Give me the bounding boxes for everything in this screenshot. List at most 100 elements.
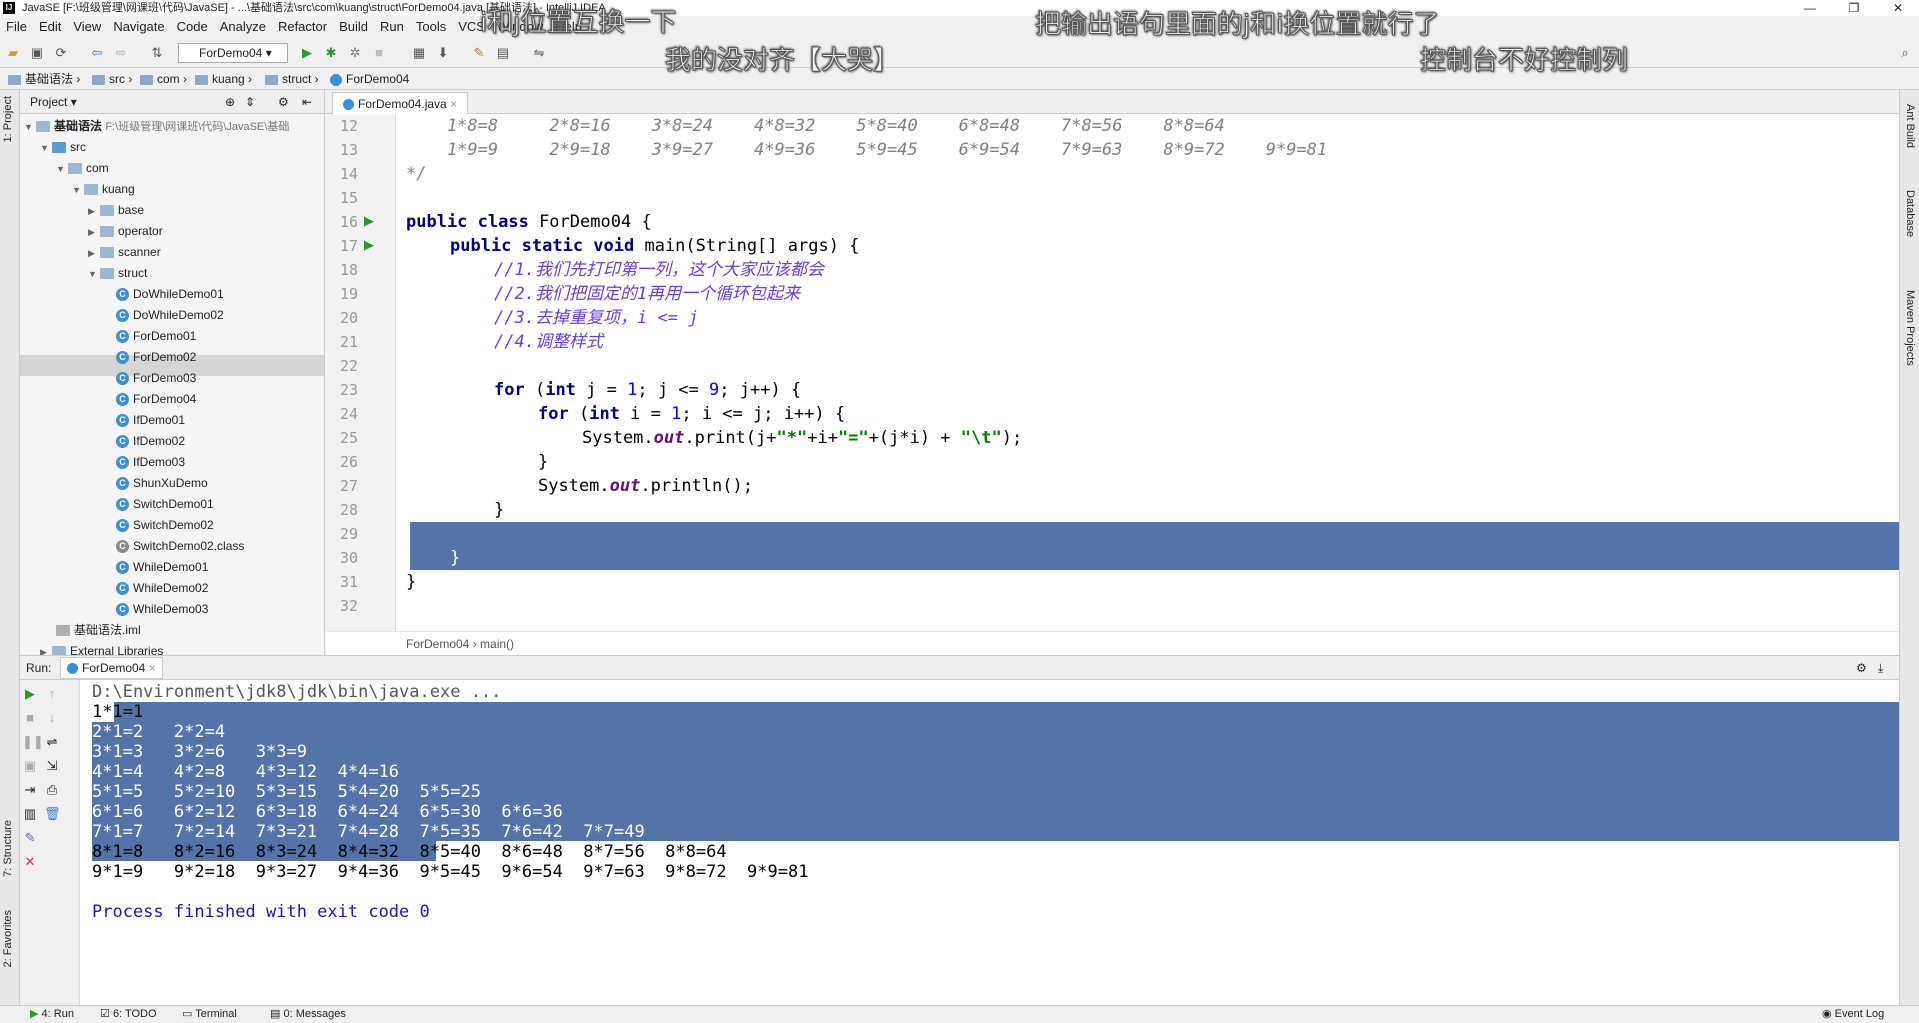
structure-icon[interactable]: ▤ bbox=[494, 44, 512, 62]
down-icon[interactable]: ↓ bbox=[44, 710, 60, 726]
project-structure-icon[interactable]: ▦ bbox=[410, 44, 428, 62]
run-config-select[interactable]: ForDemo04 ▾ bbox=[178, 43, 288, 63]
hide-icon[interactable]: ⇤ bbox=[302, 90, 312, 114]
tree-package-kuang[interactable]: ▼ kuang bbox=[72, 179, 135, 200]
tab-ant-build[interactable]: Ant Build bbox=[1904, 104, 1916, 148]
vcs-icon[interactable]: ⇋ bbox=[530, 44, 548, 62]
tree-external-libraries[interactable]: ▶ External Libraries bbox=[40, 641, 163, 655]
up-icon[interactable]: ↑ bbox=[44, 686, 60, 702]
pin-icon[interactable]: ✎ bbox=[22, 830, 38, 846]
build-icon[interactable]: ⇅ bbox=[148, 44, 166, 62]
gear-icon[interactable]: ⚙ bbox=[1856, 656, 1867, 680]
tree-class[interactable]: C ForDemo04 bbox=[116, 389, 196, 410]
run-gutter-icon[interactable]: ▶ bbox=[364, 213, 374, 229]
tab-database[interactable]: Database bbox=[1904, 190, 1916, 237]
breadcrumb-item[interactable]: com › bbox=[140, 68, 187, 90]
menu-tools[interactable]: Tools bbox=[410, 16, 452, 38]
run-gutter-icon[interactable]: ▶ bbox=[364, 237, 374, 253]
tree-class[interactable]: C SwitchDemo01 bbox=[116, 494, 214, 515]
layout-icon[interactable]: ▥ bbox=[22, 806, 38, 822]
menu-build[interactable]: Build bbox=[333, 16, 374, 38]
tree-package[interactable]: ▶ operator bbox=[88, 221, 163, 242]
dump-threads-icon[interactable]: ▣ bbox=[22, 758, 38, 774]
tree-iml-file[interactable]: 基础语法.iml bbox=[56, 620, 141, 641]
tab-favorites[interactable]: 2: Favorites bbox=[2, 910, 14, 967]
tree-folder-src[interactable]: ▼ src bbox=[40, 137, 86, 158]
back-icon[interactable]: ⇦ bbox=[88, 44, 106, 62]
minimize-button[interactable]: — bbox=[1790, 0, 1830, 16]
soft-wrap-icon[interactable]: ⇌ bbox=[44, 734, 60, 750]
tree-package[interactable]: ▶ base bbox=[88, 200, 144, 221]
rerun-icon[interactable]: ▶ bbox=[22, 686, 38, 702]
menu-edit[interactable]: Edit bbox=[33, 16, 67, 38]
close-tab-icon[interactable]: × bbox=[149, 661, 156, 675]
breadcrumb-item[interactable]: kuang › bbox=[195, 68, 252, 90]
breadcrumb-item[interactable]: ForDemo04 bbox=[330, 68, 409, 90]
search-icon[interactable]: ⌕ bbox=[1896, 44, 1914, 62]
run-icon[interactable]: ▶ bbox=[298, 44, 316, 62]
tab-event-log[interactable]: ◉ Event Log bbox=[1822, 1006, 1884, 1023]
forward-icon[interactable]: ⇨ bbox=[112, 44, 130, 62]
gear-icon[interactable]: ⚙ bbox=[278, 90, 289, 114]
tree-class[interactable]: C ForDemo01 bbox=[116, 326, 196, 347]
tree-package-com[interactable]: ▼ com bbox=[56, 158, 109, 179]
tree-class[interactable]: C ForDemo02 bbox=[116, 347, 196, 368]
tree-class[interactable]: C WhileDemo01 bbox=[116, 557, 208, 578]
sync-scroll-icon[interactable]: ⊕ bbox=[225, 90, 235, 114]
maximize-button[interactable]: ❐ bbox=[1834, 0, 1874, 16]
code-editor[interactable]: ForDemo04.java × 12 13 14 15 16 17 18 19… bbox=[326, 90, 1899, 655]
tree-class[interactable]: C IfDemo02 bbox=[116, 431, 185, 452]
open-folder-icon[interactable]: ▰ bbox=[4, 44, 22, 62]
breadcrumb-item[interactable]: 基础语法 › bbox=[8, 68, 80, 90]
tree-root[interactable]: ▼ 基础语法 F:\班级管理\网课班\代码\JavaSE\基础 bbox=[24, 116, 289, 137]
coverage-icon[interactable]: ✲ bbox=[346, 44, 364, 62]
tab-todo[interactable]: ☑ 6: TODO bbox=[100, 1006, 157, 1023]
menu-code[interactable]: Code bbox=[171, 16, 214, 38]
pause-icon[interactable]: ❚❚ bbox=[22, 734, 44, 750]
tree-class[interactable]: C IfDemo03 bbox=[116, 452, 185, 473]
close-tab-icon[interactable]: × bbox=[450, 97, 457, 111]
menu-view[interactable]: View bbox=[67, 16, 107, 38]
code-area[interactable]: 1*8=8 2*8=16 3*8=24 4*8=32 5*8=40 6*8=48… bbox=[406, 114, 1899, 631]
tree-class[interactable]: C ShunXuDemo bbox=[116, 473, 208, 494]
tree-class[interactable]: C WhileDemo03 bbox=[116, 599, 208, 620]
print-icon[interactable]: ⎙ bbox=[44, 782, 60, 798]
tree-class[interactable]: C SwitchDemo02 bbox=[116, 515, 214, 536]
tree-class[interactable]: C DoWhileDemo01 bbox=[116, 284, 224, 305]
breadcrumb-item[interactable]: struct › bbox=[265, 68, 319, 90]
run-tab[interactable]: ForDemo04 × bbox=[60, 657, 163, 679]
project-view-select[interactable]: Project bbox=[30, 95, 67, 109]
debug-icon[interactable]: ✱ bbox=[322, 44, 340, 62]
menu-file[interactable]: File bbox=[0, 16, 33, 38]
close-icon[interactable]: ✕ bbox=[22, 854, 38, 870]
tree-package[interactable]: ▶ scanner bbox=[88, 242, 161, 263]
sync-icon[interactable]: ⟳ bbox=[52, 44, 70, 62]
tree-class[interactable]: C WhileDemo02 bbox=[116, 578, 208, 599]
settings-wrench-icon[interactable]: ✎ bbox=[470, 44, 488, 62]
exit-icon[interactable]: ⇥ bbox=[22, 782, 38, 798]
tree-package-struct[interactable]: ▼ struct bbox=[88, 263, 147, 284]
tree-class[interactable]: C ForDemo03 bbox=[116, 368, 196, 389]
clear-icon[interactable]: 🗑 bbox=[44, 806, 61, 822]
collapse-icon[interactable]: ⇕ bbox=[245, 90, 255, 114]
tree-class-file[interactable]: C SwitchDemo02.class bbox=[116, 536, 244, 557]
stop-icon[interactable]: ■ bbox=[22, 710, 38, 726]
menu-run[interactable]: Run bbox=[374, 16, 410, 38]
breadcrumb-item[interactable]: src › bbox=[92, 68, 132, 90]
tab-fordemo04[interactable]: ForDemo04.java × bbox=[332, 92, 469, 114]
tab-maven-projects[interactable]: Maven Projects bbox=[1904, 290, 1916, 366]
menu-navigate[interactable]: Navigate bbox=[107, 16, 170, 38]
menu-refactor[interactable]: Refactor bbox=[272, 16, 333, 38]
hide-icon[interactable]: ⤓ bbox=[1878, 656, 1883, 680]
console-output[interactable]: D:\Environment\jdk8\jdk\bin\java.exe ...… bbox=[80, 680, 1899, 1006]
tab-project[interactable]: 1: Project bbox=[2, 96, 14, 142]
tab-terminal[interactable]: ▭ Terminal bbox=[182, 1006, 237, 1023]
tab-structure[interactable]: 7: Structure bbox=[2, 820, 14, 877]
tab-run[interactable]: ▶ 4: Run bbox=[30, 1006, 74, 1023]
tree-class[interactable]: C DoWhileDemo02 bbox=[116, 305, 224, 326]
sdk-icon[interactable]: ⬇ bbox=[434, 44, 452, 62]
scroll-end-icon[interactable]: ⇲ bbox=[44, 758, 60, 774]
save-icon[interactable]: ▣ bbox=[28, 44, 46, 62]
tab-messages[interactable]: ▤ 0: Messages bbox=[270, 1006, 346, 1023]
breadcrumb-class[interactable]: ForDemo04 bbox=[406, 637, 469, 651]
